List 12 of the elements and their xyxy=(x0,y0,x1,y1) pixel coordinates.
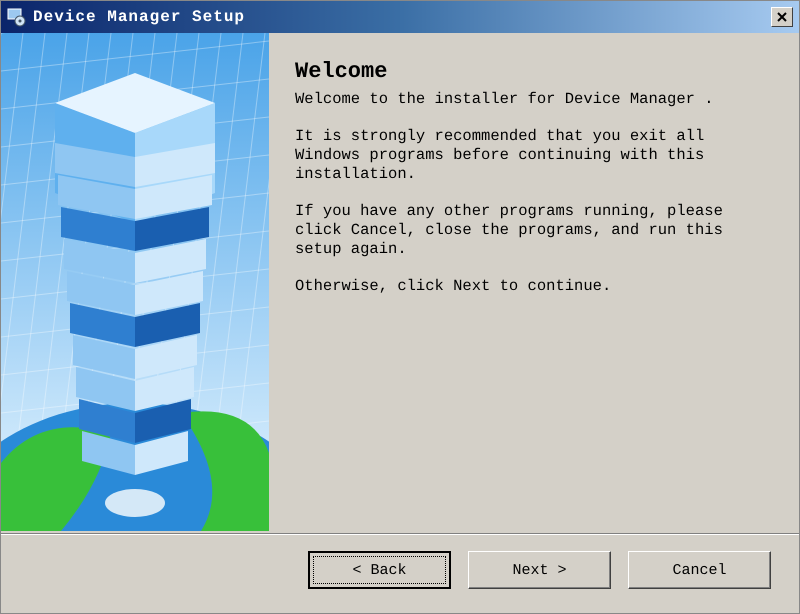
paragraph: Welcome to the installer for Device Manager . xyxy=(295,90,715,109)
wizard-button[interactable]: Cancel xyxy=(628,551,771,589)
wizard-button[interactable]: < Back xyxy=(308,551,451,589)
paragraph: Otherwise, click Next to continue. xyxy=(295,277,612,296)
paragraph: It is strongly recommended that you exit all Windows programs before continuing with this installation. xyxy=(295,127,706,184)
window-title: Device Manager Setup xyxy=(33,8,246,26)
wizard-button[interactable]: Next > xyxy=(468,551,611,589)
close-button[interactable] xyxy=(771,7,793,27)
page-heading: Welcome xyxy=(295,59,388,84)
computer-disc-icon xyxy=(7,7,27,27)
close-icon xyxy=(777,12,787,22)
paragraph: If you have any other programs running, please click Cancel, close the programs, and run this setup again. xyxy=(295,202,724,259)
